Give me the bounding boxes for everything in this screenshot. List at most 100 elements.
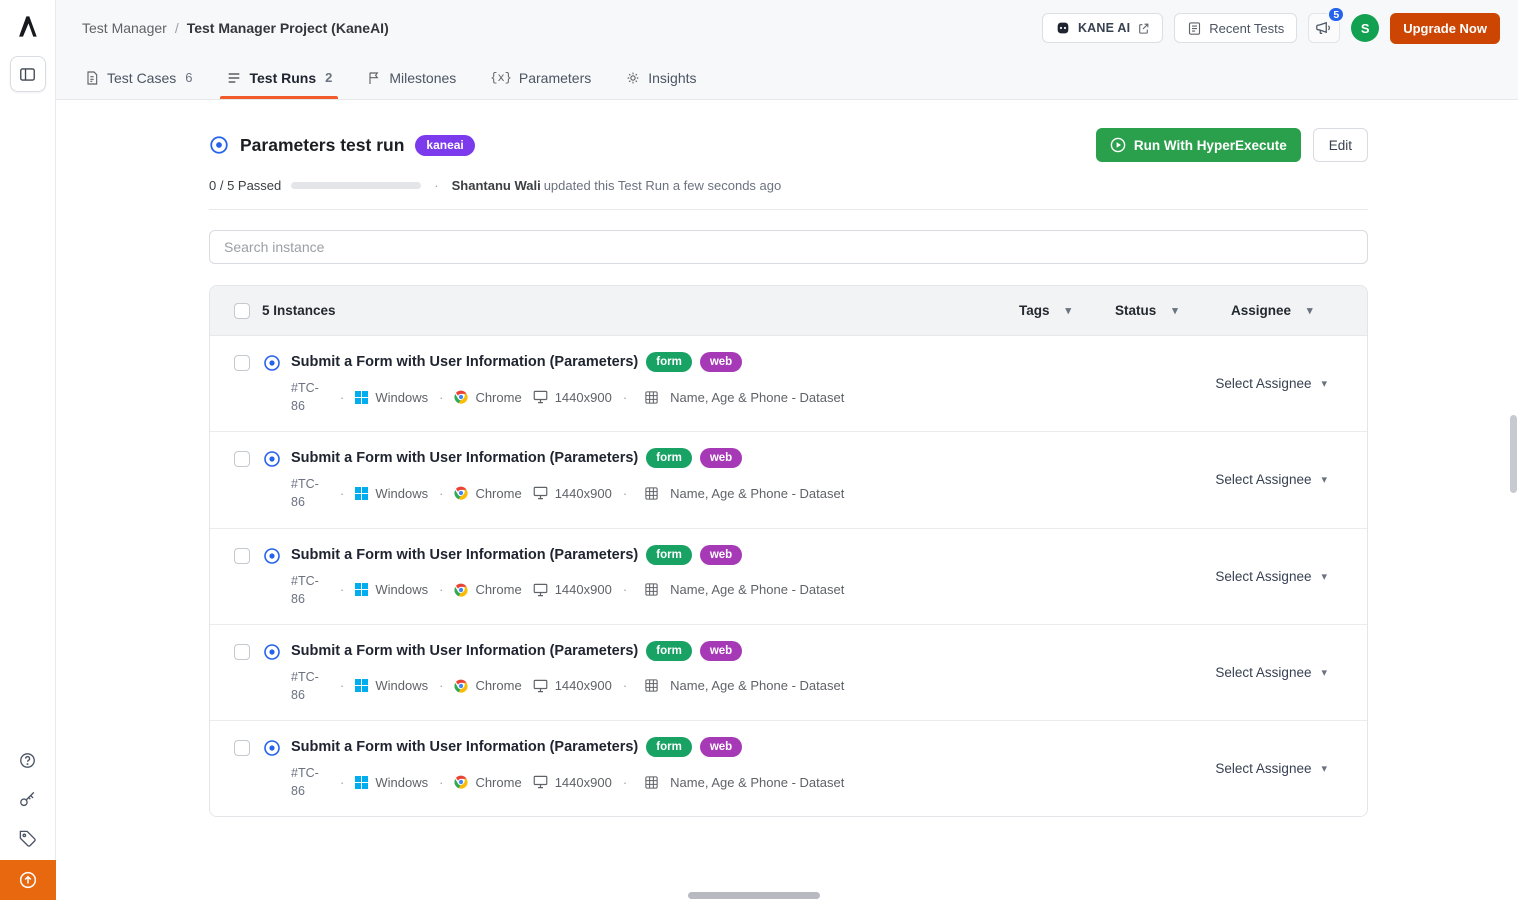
app-root: Test Manager / Test Manager Project (Kan…: [0, 0, 1518, 900]
chevron-down-icon: ▾: [1321, 377, 1327, 390]
notification-badge: 5: [1327, 6, 1345, 23]
dataset-label: Name, Age & Phone - Dataset: [670, 390, 844, 405]
test-case-title[interactable]: Submit a Form with User Information (Par…: [291, 450, 638, 466]
test-case-title[interactable]: Submit a Form with User Information (Par…: [291, 354, 638, 370]
search-instance-input[interactable]: [209, 230, 1368, 264]
avatar[interactable]: S: [1351, 14, 1379, 42]
tag-badge-form[interactable]: form: [646, 641, 692, 661]
browser-meta: Chrome: [454, 390, 521, 405]
run-with-hyperexecute-button[interactable]: Run With HyperExecute: [1096, 128, 1301, 162]
tag-badge-web[interactable]: web: [700, 448, 742, 468]
table-row: Submit a Form with User Information (Par…: [210, 528, 1367, 624]
tag-badge-form[interactable]: form: [646, 448, 692, 468]
test-case-title[interactable]: Submit a Form with User Information (Par…: [291, 739, 638, 755]
windows-icon: [355, 583, 368, 596]
row-checkbox[interactable]: [234, 548, 250, 564]
select-assignee-label: Select Assignee: [1215, 472, 1311, 487]
test-case-icon: [263, 643, 281, 661]
tag-badge-form[interactable]: form: [646, 352, 692, 372]
tab-insights[interactable]: Insights: [625, 56, 696, 99]
edit-button[interactable]: Edit: [1313, 128, 1368, 162]
tag-badge-web[interactable]: web: [700, 641, 742, 661]
instances-count-label: 5 Instances: [262, 303, 336, 318]
upgrade-now-button[interactable]: Upgrade Now: [1390, 13, 1500, 44]
test-case-id: #TC-86: [291, 475, 329, 511]
dataset-grid-icon: [644, 582, 659, 597]
status-column-header[interactable]: Status ▾: [1115, 303, 1231, 318]
topbar-actions: KANE AI Recent Tests 5: [1042, 13, 1500, 44]
test-case-title[interactable]: Submit a Form with User Information (Par…: [291, 643, 638, 659]
tag-icon[interactable]: [18, 829, 37, 848]
chevron-down-icon: ▾: [1321, 570, 1327, 583]
tag-badge-form[interactable]: form: [646, 545, 692, 565]
select-assignee-dropdown[interactable]: Select Assignee ▾: [1215, 665, 1327, 680]
row-main: Submit a Form with User Information (Par…: [291, 737, 844, 800]
dot-separator: ·: [434, 178, 438, 193]
run-header: Parameters test run kaneai Run With Hype…: [209, 128, 1368, 162]
status-column-label: Status: [1115, 303, 1156, 318]
updated-text: Shantanu Waliupdated this Test Run a few…: [452, 178, 782, 193]
test-run-icon: [209, 135, 229, 155]
select-all-checkbox[interactable]: [234, 303, 250, 319]
tag-badge-web[interactable]: web: [700, 352, 742, 372]
vertical-scrollbar-thumb[interactable]: [1510, 415, 1517, 493]
tag-badge-web[interactable]: web: [700, 737, 742, 757]
lambdatest-logo[interactable]: [14, 13, 41, 40]
select-assignee-dropdown[interactable]: Select Assignee ▾: [1215, 761, 1327, 776]
dataset-meta: Name, Age & Phone - Dataset: [644, 678, 844, 693]
resolution-meta: 1440x900: [533, 486, 612, 501]
test-case-title[interactable]: Submit a Form with User Information (Par…: [291, 547, 638, 563]
chrome-icon: [454, 679, 468, 693]
row-main: Submit a Form with User Information (Par…: [291, 641, 844, 704]
os-label: Windows: [375, 486, 428, 501]
os-meta: Windows: [355, 390, 428, 405]
windows-icon: [355, 487, 368, 500]
help-icon[interactable]: [18, 751, 37, 770]
topbar: Test Manager / Test Manager Project (Kan…: [56, 0, 1518, 56]
select-assignee-dropdown[interactable]: Select Assignee ▾: [1215, 472, 1327, 487]
table-row: Submit a Form with User Information (Par…: [210, 431, 1367, 527]
row-checkbox[interactable]: [234, 740, 250, 756]
os-meta: Windows: [355, 486, 428, 501]
row-checkbox[interactable]: [234, 451, 250, 467]
dot-separator: ·: [340, 775, 344, 790]
monitor-icon: [533, 486, 548, 500]
monitor-icon: [533, 583, 548, 597]
tag-badge-form[interactable]: form: [646, 737, 692, 757]
tags-column-label: Tags: [1019, 303, 1050, 318]
recent-tests-icon: [1187, 21, 1202, 36]
row-checkbox[interactable]: [234, 355, 250, 371]
table-row: Submit a Form with User Information (Par…: [210, 624, 1367, 720]
assignee-column-header[interactable]: Assignee ▾: [1231, 303, 1343, 318]
dot-separator: ·: [340, 678, 344, 693]
tags-column-header[interactable]: Tags ▾: [1019, 303, 1115, 318]
recent-tests-button[interactable]: Recent Tests: [1174, 13, 1297, 43]
sidebar-upgrade-action[interactable]: [0, 860, 56, 900]
assignee-column-label: Assignee: [1231, 303, 1291, 318]
kane-ai-label: KANE AI: [1078, 21, 1130, 35]
key-icon[interactable]: [18, 790, 37, 809]
select-assignee-dropdown[interactable]: Select Assignee ▾: [1215, 569, 1327, 584]
notifications-button[interactable]: 5: [1308, 13, 1340, 43]
horizontal-scrollbar-thumb[interactable]: [688, 892, 820, 899]
chevron-down-icon: ▾: [1066, 304, 1072, 317]
tab-milestones[interactable]: Milestones: [366, 56, 456, 99]
dot-separator: ·: [623, 486, 627, 501]
dot-separator: ·: [439, 390, 443, 405]
breadcrumb-parent[interactable]: Test Manager: [82, 20, 167, 36]
row-checkbox[interactable]: [234, 644, 250, 660]
select-assignee-dropdown[interactable]: Select Assignee ▾: [1215, 376, 1327, 391]
run-actions: Run With HyperExecute Edit: [1096, 128, 1368, 162]
passed-count: 0 / 5 Passed: [209, 178, 281, 193]
kane-ai-button[interactable]: KANE AI: [1042, 13, 1163, 43]
vertical-scrollbar[interactable]: [1509, 0, 1518, 900]
resolution-label: 1440x900: [555, 582, 612, 597]
tab-test-cases-label: Test Cases: [107, 70, 176, 86]
content: Parameters test run kaneai Run With Hype…: [56, 100, 1518, 817]
tag-badge-web[interactable]: web: [700, 545, 742, 565]
sidebar-panel-toggle[interactable]: [10, 56, 46, 92]
tab-test-cases[interactable]: Test Cases 6: [84, 56, 192, 99]
dataset-grid-icon: [644, 775, 659, 790]
tab-parameters[interactable]: {x} Parameters: [490, 56, 591, 99]
tab-test-runs[interactable]: Test Runs 2: [226, 56, 332, 99]
